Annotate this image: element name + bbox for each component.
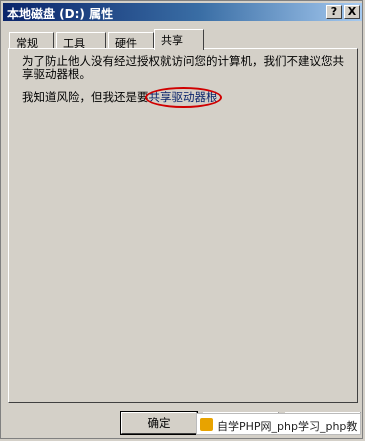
watermark: 自学PHP网_php学习_php教 (196, 413, 361, 435)
risk-prefix: 我知道风险，但我还是要 (22, 90, 149, 104)
tab-strip: 常规 工具 硬件 共享 (8, 29, 358, 50)
ok-button[interactable]: 确定 (120, 411, 198, 435)
title-bar[interactable]: 本地磁盘 (D:) 属性 ? X (3, 3, 362, 21)
window-title: 本地磁盘 (D:) 属性 (7, 7, 114, 21)
tab-general[interactable]: 常规 (9, 32, 54, 50)
tab-hardware[interactable]: 硬件 (108, 32, 154, 50)
tab-sharing[interactable]: 共享 (154, 29, 204, 50)
watermark-text: 自学PHP网_php学习_php教 (217, 420, 358, 433)
tab-tools[interactable]: 工具 (56, 32, 106, 50)
share-drive-root-link[interactable]: 共享驱动器根 (144, 87, 222, 108)
sharing-panel: 为了防止他人没有经过授权就访问您的计算机，我们不建议您共享驱动器根。 我知道风险… (8, 48, 358, 403)
sharing-warning: 为了防止他人没有经过授权就访问您的计算机，我们不建议您共享驱动器根。 (22, 54, 344, 81)
help-button[interactable]: ? (326, 5, 342, 19)
tab-label: 共享 (161, 34, 183, 47)
properties-dialog: 本地磁盘 (D:) 属性 ? X 常规 工具 硬件 共享 为了防止他人没有经过授… (0, 0, 363, 439)
risk-acknowledgement: 我知道风险，但我还是要共享驱动器根 (22, 87, 347, 108)
site-logo-icon (200, 418, 213, 431)
close-button[interactable]: X (344, 5, 360, 19)
highlight-circle (144, 87, 222, 108)
